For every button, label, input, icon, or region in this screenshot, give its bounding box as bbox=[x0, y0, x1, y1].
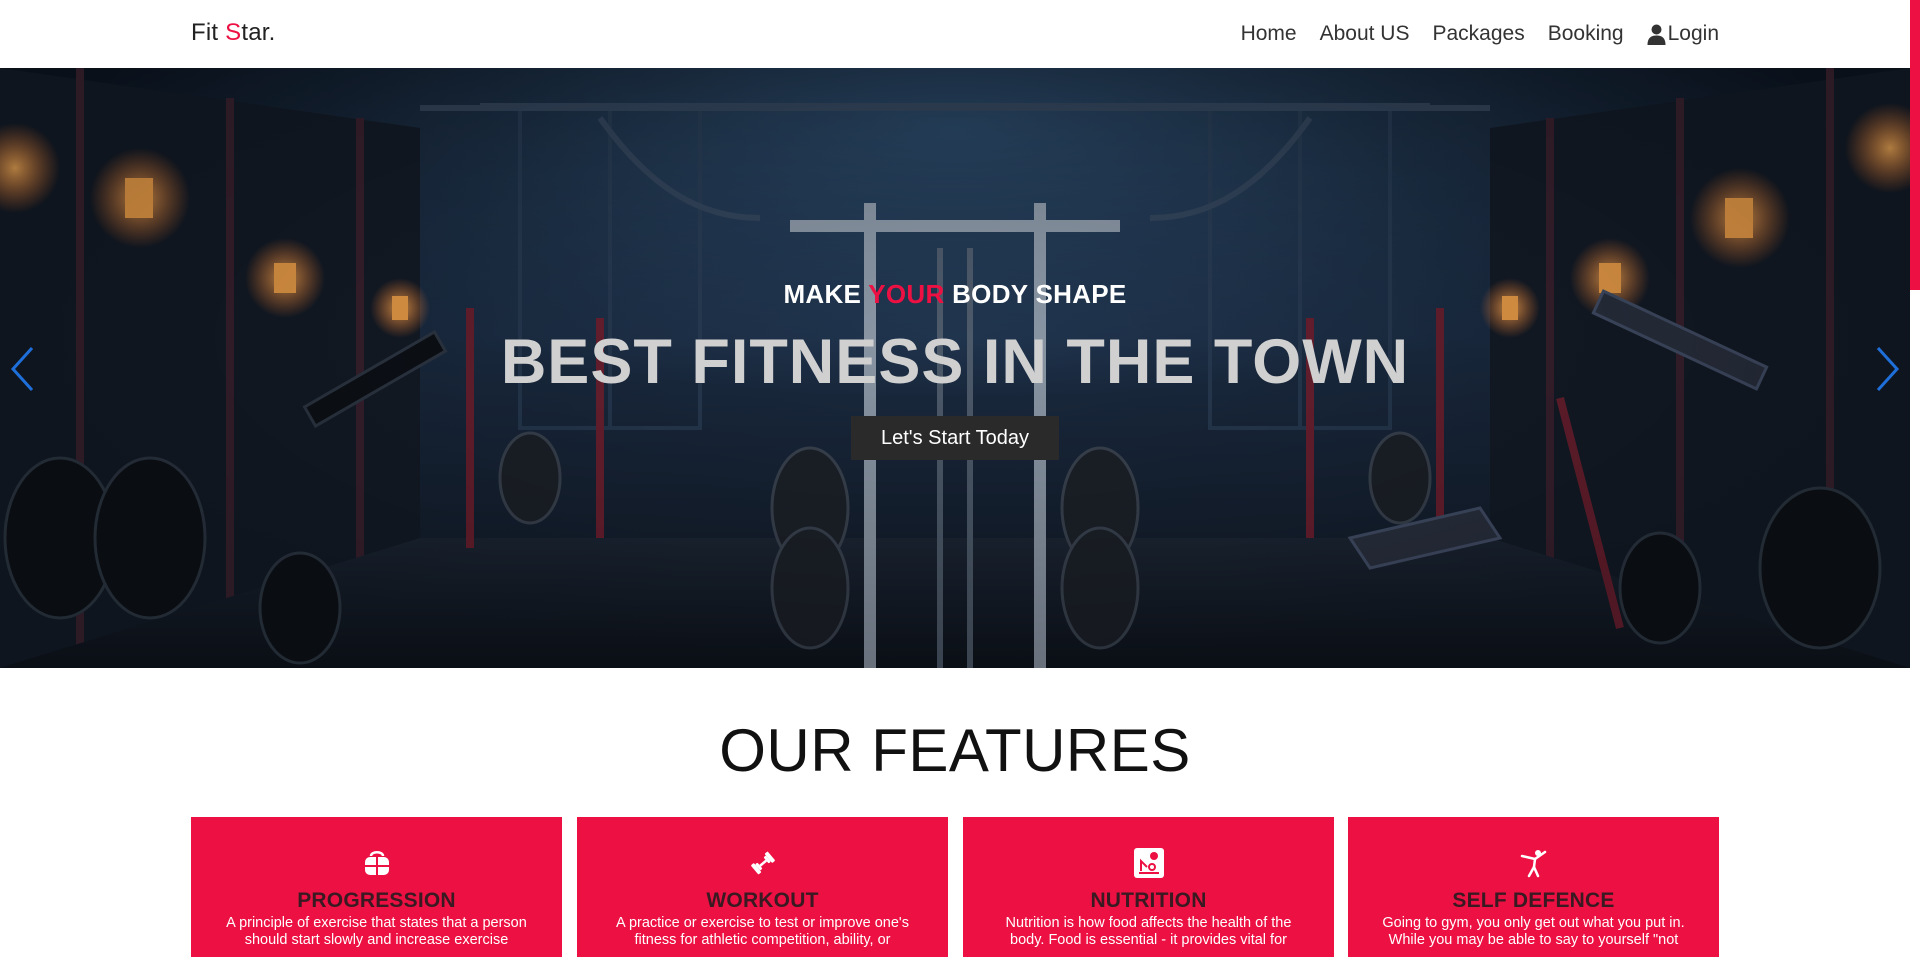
feature-card-workout[interactable]: WORKOUT A practice or exercise to test o… bbox=[577, 817, 948, 957]
chevron-left-icon bbox=[10, 346, 34, 392]
feature-description: A practice or exercise to test or improv… bbox=[616, 915, 909, 948]
hero-title: BEST FITNESS IN THE TOWN bbox=[500, 327, 1410, 397]
nav-packages[interactable]: Packages bbox=[1432, 22, 1524, 46]
carousel-next-button[interactable] bbox=[1872, 344, 1902, 394]
start-today-button[interactable]: Let's Start Today bbox=[851, 416, 1059, 460]
features-heading: OUR FEATURES bbox=[719, 717, 1191, 784]
feature-description: A principle of exercise that states that… bbox=[226, 915, 527, 948]
brand-accent: S bbox=[225, 19, 242, 46]
feature-title: NUTRITION bbox=[1090, 889, 1207, 912]
feature-title: PROGRESSION bbox=[297, 889, 456, 912]
feature-title: WORKOUT bbox=[706, 889, 819, 912]
nutrition-scale-icon bbox=[1134, 848, 1164, 878]
feature-title: SELF DEFENCE bbox=[1452, 889, 1615, 912]
nav-home[interactable]: Home bbox=[1241, 22, 1297, 46]
page-scrollbar[interactable] bbox=[1910, 0, 1920, 951]
martial-arts-icon bbox=[1520, 850, 1547, 878]
navbar: Fit Star. Home About US Packages Booking… bbox=[0, 0, 1910, 68]
dumbbell-icon bbox=[751, 851, 775, 875]
feature-description: Nutrition is how food affects the health… bbox=[1005, 915, 1292, 948]
feature-card-self-defence[interactable]: SELF DEFENCE Going to gym, you only get … bbox=[1348, 817, 1719, 957]
feature-card-progression[interactable]: PROGRESSION A principle of exercise that… bbox=[191, 817, 562, 957]
hero-subtitle: MAKE YOUR BODY SHAPE bbox=[0, 279, 1910, 310]
brand-logo[interactable]: Fit Star. bbox=[191, 19, 276, 47]
brand-prefix: Fit bbox=[191, 19, 226, 46]
hero-subtitle-end: BODY SHAPE bbox=[944, 279, 1127, 309]
carousel-prev-button[interactable] bbox=[8, 344, 38, 394]
scrollbar-thumb[interactable] bbox=[1910, 0, 1920, 290]
brand-suffix: tar. bbox=[241, 19, 276, 46]
feature-card-nutrition[interactable]: NUTRITION Nutrition is how food affects … bbox=[963, 817, 1334, 957]
hero-subtitle-accent: YOUR bbox=[868, 279, 945, 309]
nav-booking[interactable]: Booking bbox=[1548, 22, 1624, 46]
nav-login[interactable]: Login bbox=[1647, 22, 1719, 46]
gym-bag-icon bbox=[365, 851, 389, 875]
user-icon bbox=[1647, 24, 1666, 45]
chevron-right-icon bbox=[1876, 346, 1900, 392]
hero-subtitle-start: MAKE bbox=[783, 279, 869, 309]
hero-carousel: MAKE YOUR BODY SHAPE BEST FITNESS IN THE… bbox=[0, 68, 1910, 668]
nav-about-us[interactable]: About US bbox=[1320, 22, 1410, 46]
nav-login-label: Login bbox=[1667, 22, 1719, 45]
nav-links: Home About US Packages Booking Login bbox=[1241, 20, 1719, 48]
feature-description: Going to gym, you only get out what you … bbox=[1382, 915, 1685, 948]
